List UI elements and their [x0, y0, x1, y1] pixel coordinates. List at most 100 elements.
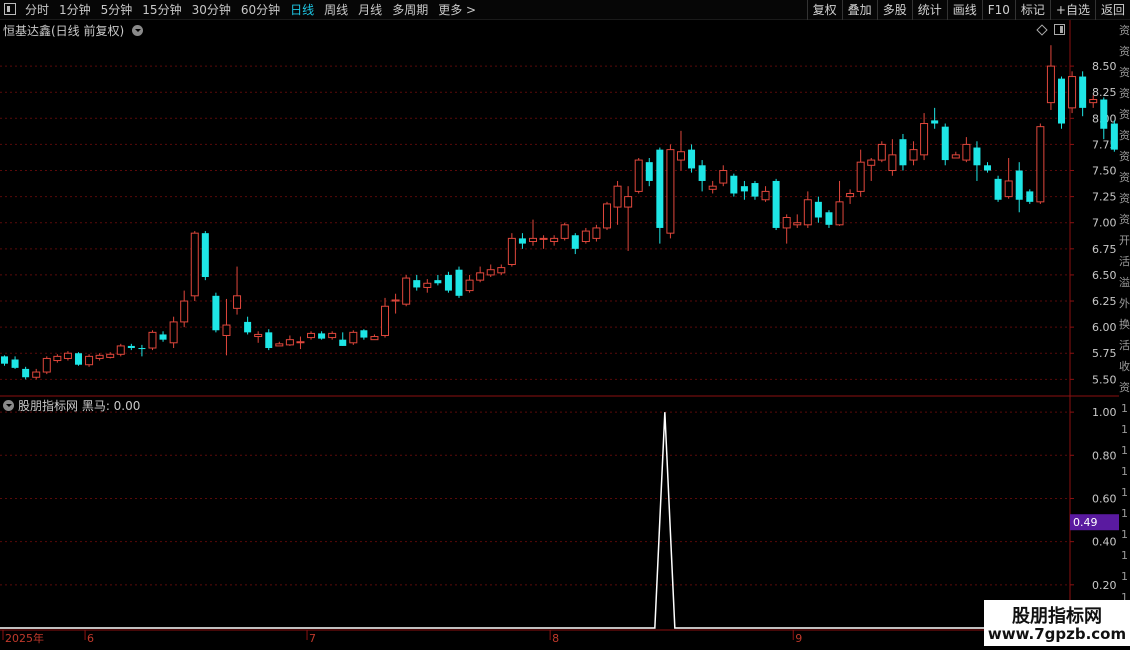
candle-body: [63, 352, 72, 359]
y-tick-label: 5.50: [1092, 373, 1117, 386]
candle-body: [698, 165, 706, 181]
candle-body: [666, 149, 675, 234]
candle-body: [793, 222, 802, 226]
candle-body: [539, 237, 548, 240]
candle-body: [74, 353, 82, 365]
tool-button[interactable]: 标记: [1014, 0, 1050, 20]
candle-body: [656, 149, 664, 228]
candle-body: [1089, 99, 1098, 104]
tool-button[interactable]: 多股: [876, 0, 912, 20]
strip-char: 溢: [1119, 276, 1130, 289]
period-tab[interactable]: 多周期: [392, 0, 428, 20]
tool-button[interactable]: +自选: [1049, 0, 1095, 20]
candle-body: [730, 175, 738, 194]
candle-body: [349, 331, 358, 344]
candle-body: [402, 277, 411, 305]
period-tab[interactable]: 日线: [290, 0, 314, 20]
candle-body: [951, 154, 960, 159]
tool-button[interactable]: 画线: [946, 0, 982, 20]
chart-window-controls: [1036, 24, 1065, 36]
x-tick-label: 7: [309, 632, 316, 645]
tool-button[interactable]: 叠加: [841, 0, 877, 20]
candle-body: [909, 149, 918, 161]
candle-body: [360, 330, 368, 338]
y-tick-label: 6.50: [1092, 269, 1117, 282]
y-tick-label: 6.25: [1092, 295, 1117, 308]
candle-body: [318, 333, 326, 339]
candle-body: [1079, 76, 1087, 108]
period-tab[interactable]: 周线: [324, 0, 348, 20]
candle-body: [931, 120, 939, 124]
tool-button[interactable]: 统计: [911, 0, 947, 20]
candle-body: [846, 192, 855, 198]
candle-body: [127, 345, 135, 349]
candle-body: [42, 357, 51, 373]
period-tab[interactable]: 30分钟: [192, 0, 231, 20]
y-tick-label: 0.40: [1092, 536, 1117, 549]
strip-char: 1: [1121, 423, 1128, 436]
period-tab[interactable]: 月线: [358, 0, 382, 20]
kline-chart[interactable]: 8.508.258.007.757.507.257.006.756.506.25…: [0, 20, 1119, 650]
menu-icon[interactable]: [4, 3, 16, 15]
top-toolbar: 分时 1分钟 5分钟 15分钟 30分钟 60分钟 日线 周线 月线 多周期 更多 > 复权 叠加 多股…: [0, 0, 1130, 20]
candle-body: [899, 139, 907, 166]
indicator-line: [0, 412, 1070, 629]
period-tab[interactable]: 1分钟: [59, 0, 91, 20]
diamond-icon[interactable]: [1036, 24, 1048, 36]
tool-button[interactable]: 复权: [806, 0, 842, 20]
period-tab[interactable]: 5分钟: [101, 0, 133, 20]
strip-char: 资: [1119, 381, 1130, 394]
candle-body: [159, 334, 167, 340]
candle-body: [22, 368, 30, 378]
candle-body: [518, 238, 526, 244]
y-tick-label: 7.25: [1092, 191, 1117, 204]
candle-body: [761, 190, 770, 201]
chevron-down-icon[interactable]: [3, 400, 14, 411]
candle-body: [116, 345, 125, 355]
candle-body: [32, 371, 41, 378]
candle-body: [1068, 76, 1077, 109]
candle-body: [602, 203, 611, 229]
tool-button[interactable]: 返回: [1094, 0, 1130, 20]
y-tick-label: 5.75: [1092, 347, 1117, 360]
period-tab[interactable]: 15分钟: [142, 0, 181, 20]
strip-char: 1: [1121, 549, 1128, 562]
candle-body: [201, 233, 209, 278]
candle-body: [381, 305, 390, 336]
strip-char: 资: [1119, 45, 1130, 58]
y-tick-label: 7.50: [1092, 165, 1117, 178]
window-toggle-icon[interactable]: [1054, 24, 1065, 35]
chevron-down-icon[interactable]: [132, 25, 144, 36]
candle-body: [803, 199, 812, 226]
tool-buttons: 复权 叠加 多股 统计 画线 F10 标记 +自选 返回: [806, 0, 1130, 20]
period-tab[interactable]: 60分钟: [241, 0, 280, 20]
stock-title: 恒基达鑫(日线 前复权): [3, 24, 125, 38]
candle-body: [53, 355, 62, 362]
candle-body: [581, 230, 590, 243]
period-tab[interactable]: 更多 >: [438, 0, 476, 20]
candle-body: [782, 217, 791, 229]
tool-button[interactable]: F10: [981, 0, 1015, 20]
period-tab[interactable]: 分时: [25, 0, 49, 20]
candle-body: [1026, 191, 1034, 202]
candle-body: [962, 143, 971, 161]
candle-body: [973, 147, 981, 166]
candle-body: [85, 355, 94, 366]
value-marker-label: 0.49: [1073, 516, 1098, 529]
candle-body: [772, 180, 780, 228]
candle-body: [751, 183, 759, 197]
strip-char: 资: [1119, 213, 1130, 226]
candle-body: [529, 237, 537, 243]
x-tick-label: 2025年: [5, 631, 44, 645]
candle-body: [507, 237, 516, 265]
candle-body: [285, 339, 294, 346]
candle-body: [339, 339, 347, 346]
y-tick-label: 6.00: [1092, 321, 1117, 334]
candle-body: [624, 196, 633, 208]
x-tick-label: 6: [87, 632, 94, 645]
strip-char: 1: [1121, 486, 1128, 499]
main-chart-title: 恒基达鑫(日线 前复权): [3, 23, 147, 39]
watermark-logo: 股朋指标网 www.7gpzb.com: [984, 600, 1130, 646]
candle-body: [444, 274, 452, 291]
strip-char: 资: [1119, 66, 1130, 79]
